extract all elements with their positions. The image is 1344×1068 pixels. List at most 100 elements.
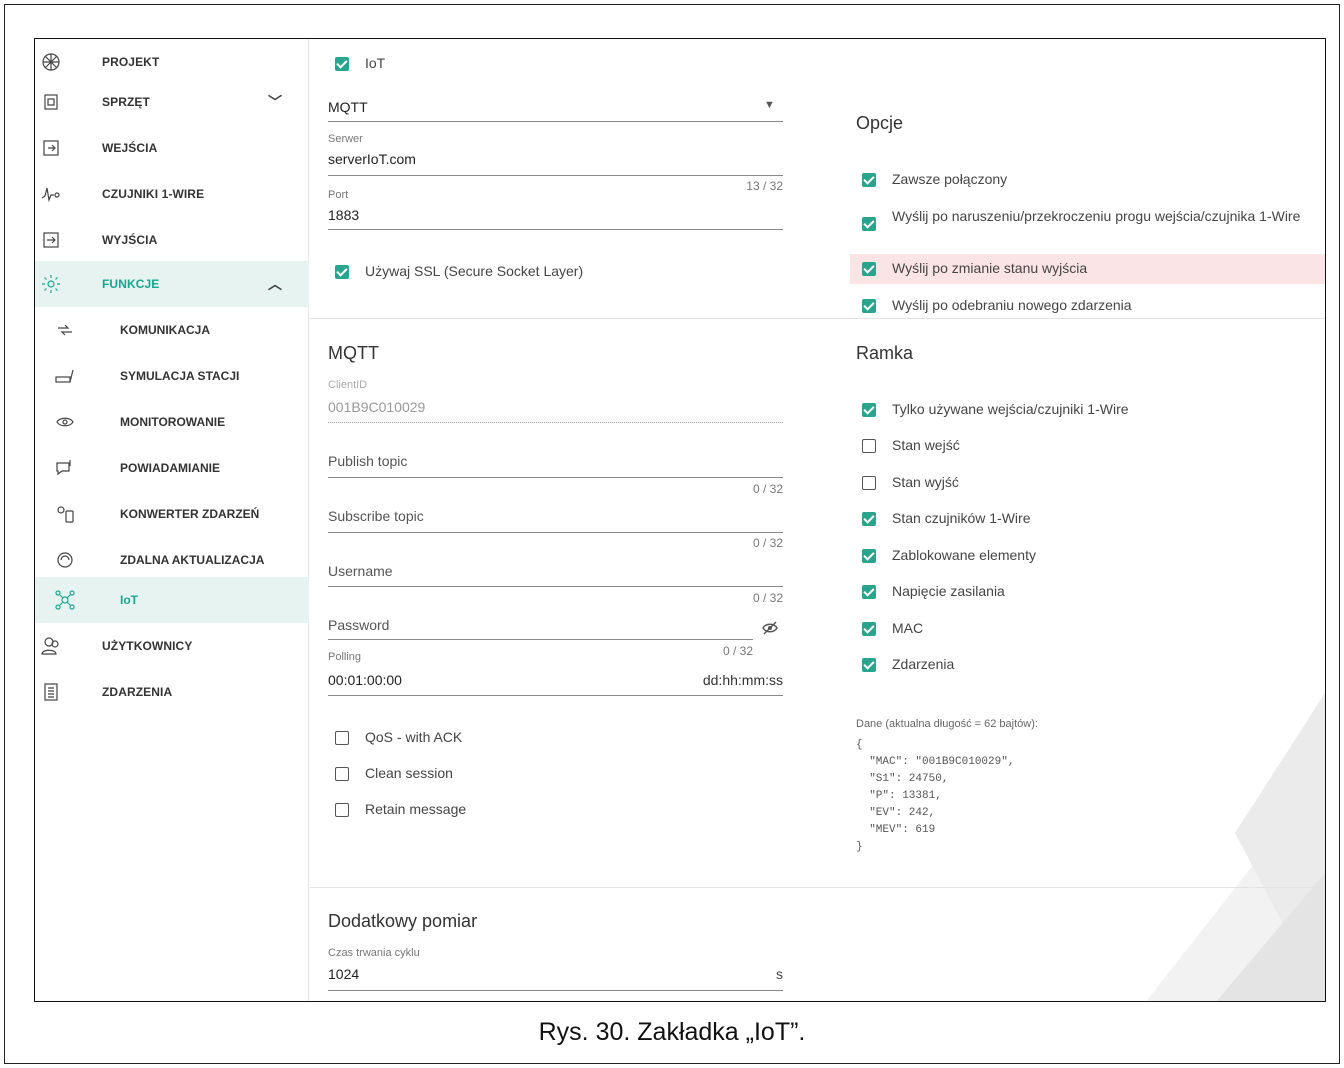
frame-option-label: MAC bbox=[892, 620, 924, 636]
sidebar-subitem-symulacja[interactable]: SYMULACJA STACJI bbox=[35, 353, 309, 399]
option-label: Zawsze połączony bbox=[892, 171, 1008, 187]
sidebar-item-label: KONWERTER ZDARZEŃ bbox=[120, 507, 260, 521]
sidebar-subitem-komunikacja[interactable]: KOMUNIKACJA bbox=[35, 307, 309, 353]
polling-input[interactable]: 00:01:00:00 bbox=[328, 672, 402, 688]
project-icon bbox=[39, 50, 63, 74]
publish-topic-input[interactable]: Publish topic bbox=[328, 453, 407, 469]
sidebar-item-label: ZDARZENIA bbox=[102, 685, 173, 699]
sidebar-item-label: ZDALNA AKTUALIZACJA bbox=[120, 553, 265, 567]
hide-password-icon[interactable] bbox=[762, 621, 778, 640]
polling-format: dd:hh:mm:ss bbox=[702, 672, 783, 688]
sidebar-item-label: UŻYTKOWNICY bbox=[102, 639, 193, 653]
password-counter: 0 / 32 bbox=[722, 644, 753, 658]
sidebar-item-sprzet[interactable]: SPRZĘT ﹀ bbox=[35, 79, 309, 125]
sidebar-item-label: KOMUNIKACJA bbox=[120, 323, 210, 337]
events-icon bbox=[39, 680, 63, 704]
sidebar-subitem-powiadamianie[interactable]: POWIADAMIANIE bbox=[35, 445, 309, 491]
port-input[interactable]: 1883 bbox=[328, 207, 359, 223]
ssl-checkbox[interactable] bbox=[335, 265, 349, 279]
sidebar: PROJEKT SPRZĘT ﹀ WEJŚCIA CZUJNIKI 1-WIRE… bbox=[35, 39, 309, 1001]
sensor-icon bbox=[39, 182, 63, 206]
clean-session-label: Clean session bbox=[365, 765, 453, 781]
sidebar-item-label: CZUJNIKI 1-WIRE bbox=[102, 187, 205, 201]
mqtt-title: MQTT bbox=[328, 343, 379, 363]
frame-blocked-checkbox[interactable] bbox=[862, 549, 876, 563]
sidebar-item-zdarzenia[interactable]: ZDARZENIA bbox=[35, 669, 309, 715]
outputs-icon bbox=[39, 228, 63, 252]
option-always-connected-checkbox[interactable] bbox=[862, 173, 876, 187]
option-send-on-input-checkbox[interactable] bbox=[862, 217, 876, 231]
client-id-value: 001B9C010029 bbox=[328, 399, 426, 415]
option-send-on-output-checkbox[interactable] bbox=[862, 262, 876, 276]
cycle-duration-input[interactable]: 1024 bbox=[328, 966, 359, 982]
figure-caption: Rys. 30. Zakładka „IoT”. bbox=[538, 1018, 806, 1046]
iot-enable-label: IoT bbox=[365, 55, 386, 71]
gear-icon bbox=[39, 272, 63, 296]
server-input[interactable]: serverIoT.com bbox=[328, 151, 416, 167]
subscribe-topic-counter: 0 / 32 bbox=[752, 536, 783, 550]
dropdown-arrow-icon[interactable]: ▼ bbox=[764, 99, 775, 111]
frame-events-checkbox[interactable] bbox=[862, 658, 876, 672]
sidebar-subitem-konwerter[interactable]: KONWERTER ZDARZEŃ bbox=[35, 491, 309, 537]
username-input[interactable]: Username bbox=[328, 563, 393, 579]
sidebar-item-uzytkownicy[interactable]: UŻYTKOWNICY bbox=[35, 623, 309, 669]
frame-option-label: Napięcie zasilania bbox=[892, 583, 1005, 599]
frame-used-inputs-checkbox[interactable] bbox=[862, 403, 876, 417]
retain-message-checkbox[interactable] bbox=[335, 803, 349, 817]
publish-topic-counter: 0 / 32 bbox=[752, 482, 783, 496]
inputs-icon bbox=[39, 136, 63, 160]
sidebar-item-label: POWIADAMIANIE bbox=[120, 461, 220, 475]
additional-measurement-title: Dodatkowy pomiar bbox=[328, 911, 478, 931]
iot-icon bbox=[53, 588, 77, 612]
sidebar-item-label: SYMULACJA STACJI bbox=[120, 369, 240, 383]
frame-voltage-checkbox[interactable] bbox=[862, 585, 876, 599]
main-content: IoT MQTT ▼ Serwer serverIoT.com 13 / 32 … bbox=[310, 39, 1325, 1001]
sidebar-item-label: MONITOROWANIE bbox=[120, 415, 226, 429]
eye-icon bbox=[53, 410, 77, 434]
sidebar-subitem-monitorowanie[interactable]: MONITOROWANIE bbox=[35, 399, 309, 445]
option-send-on-event-checkbox[interactable] bbox=[862, 299, 876, 313]
password-underline bbox=[328, 639, 753, 640]
frame-option-label: Stan wyjść bbox=[892, 474, 959, 490]
section-divider bbox=[310, 318, 1325, 319]
remote-update-icon bbox=[53, 548, 77, 572]
cycle-duration-unit: s bbox=[776, 966, 783, 982]
option-label: Wyślij po zmianie stanu wyjścia bbox=[892, 260, 1088, 276]
sidebar-item-wejscia[interactable]: WEJŚCIA bbox=[35, 125, 309, 171]
ramka-title: Ramka bbox=[856, 343, 914, 363]
protocol-select-value[interactable]: MQTT bbox=[328, 99, 368, 115]
subscribe-topic-input[interactable]: Subscribe topic bbox=[328, 508, 424, 524]
iot-enable-checkbox[interactable] bbox=[335, 57, 349, 71]
frame-sensor-state-checkbox[interactable] bbox=[862, 512, 876, 526]
option-label: Wyślij po odebraniu nowego zdarzenia bbox=[892, 297, 1132, 313]
section-divider bbox=[310, 887, 1325, 888]
frame-option-label: Zablokowane elementy bbox=[892, 547, 1036, 563]
polling-underline bbox=[328, 695, 783, 696]
sidebar-subitem-iot[interactable]: IoT bbox=[35, 577, 309, 623]
sidebar-item-funkcje[interactable]: FUNKCJE ︿ bbox=[35, 261, 309, 307]
frame-mac-checkbox[interactable] bbox=[862, 622, 876, 636]
notification-icon bbox=[53, 456, 77, 480]
port-label: Port bbox=[328, 189, 349, 201]
qos-checkbox[interactable] bbox=[335, 731, 349, 745]
cycle-duration-underline bbox=[328, 990, 783, 991]
frame-option-label: Stan czujników 1-Wire bbox=[892, 510, 1031, 526]
port-underline bbox=[328, 229, 783, 230]
password-input[interactable]: Password bbox=[328, 617, 389, 633]
subscribe-topic-underline bbox=[328, 532, 783, 533]
frame-option-label: Tylko używane wejścia/czujniki 1-Wire bbox=[892, 401, 1129, 417]
sidebar-item-label: PROJEKT bbox=[102, 55, 160, 69]
polling-label: Polling bbox=[328, 651, 362, 663]
username-counter: 0 / 32 bbox=[752, 591, 783, 605]
frame-output-state-checkbox[interactable] bbox=[862, 476, 876, 490]
sidebar-item-czujniki[interactable]: CZUJNIKI 1-WIRE bbox=[35, 171, 309, 217]
sidebar-item-wyjscia[interactable]: WYJŚCIA bbox=[35, 217, 309, 263]
sidebar-item-label: WYJŚCIA bbox=[102, 233, 158, 247]
option-label: Wyślij po naruszeniu/przekroczeniu progu… bbox=[892, 208, 1301, 224]
chevron-down-icon[interactable]: ﹀ bbox=[268, 92, 282, 112]
publish-topic-underline bbox=[328, 477, 783, 478]
clean-session-checkbox[interactable] bbox=[335, 767, 349, 781]
qos-label: QoS - with ACK bbox=[365, 729, 463, 745]
chevron-up-icon[interactable]: ︿ bbox=[268, 274, 282, 294]
frame-input-state-checkbox[interactable] bbox=[862, 439, 876, 453]
